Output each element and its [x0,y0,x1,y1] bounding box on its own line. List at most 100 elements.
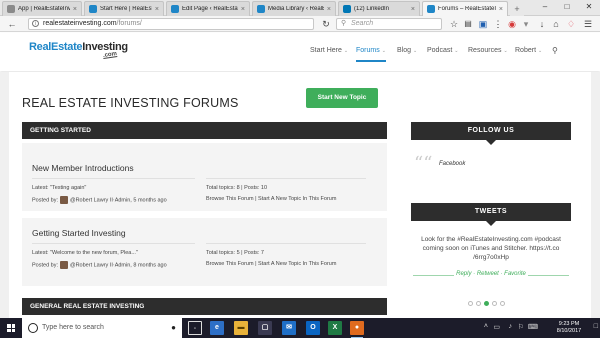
chevron-down-icon: ⌄ [381,48,386,54]
tab-close-icon[interactable]: × [499,6,503,13]
tweet-text[interactable]: Look for the #RealEstateInvesting.com #p… [413,235,569,262]
latest-post[interactable]: Latest: "Testing again" [32,185,86,191]
forum-links[interactable]: Browse This Forum | Start A New Topic In… [206,261,336,267]
close-window-button[interactable]: ✕ [578,0,600,14]
carousel-dot[interactable] [492,301,497,306]
nav-forums[interactable]: Forums ⌄ [356,47,386,62]
posted-by-user[interactable]: @Robert Lawry II·Admin, 8 months ago [70,262,167,268]
notifications-icon[interactable]: □ [594,323,598,330]
browser-search-input[interactable]: ⚲ Search [336,18,442,30]
logo-suffix: .com [102,51,118,59]
forum-title[interactable]: Getting Started Investing [32,228,126,238]
reading-list-icon[interactable]: ▤ [462,18,474,30]
cortana-icon [28,323,38,333]
excel-icon[interactable]: X [328,321,342,335]
forum-title[interactable]: New Member Introductions [32,163,134,173]
carousel-dot[interactable] [468,301,473,306]
divider [206,178,366,179]
tab-close-icon[interactable]: × [327,6,331,13]
tab-favicon [427,5,435,13]
forum-stats: Total topics: 8 | Posts: 10 [206,185,268,191]
tray-network-icon[interactable]: ⚐ [518,323,524,331]
nav-robert[interactable]: Robert ⌄ [515,47,542,54]
divider [32,178,195,179]
tray-chevron-icon[interactable]: ˄ [484,323,488,330]
tab-app[interactable]: App | RealEstateInvesting.com × [2,1,82,16]
tray-volume-icon[interactable]: ♪ [509,323,513,330]
tab-forums[interactable]: Forums – RealEstateInvesting... × [422,1,508,16]
carousel-dot-active[interactable] [484,301,489,306]
start-button[interactable] [0,318,22,338]
maximize-button[interactable]: □ [556,0,578,14]
tab-favicon [171,5,179,13]
latest-post[interactable]: Latest: "Welcome to the new forum, Plea.… [32,250,138,256]
nav-resources[interactable]: Resources ⌄ [468,47,508,54]
pocket-icon[interactable]: ♢ [565,18,577,30]
new-tab-button[interactable]: + [510,1,524,16]
clock[interactable]: 9:23 PM 8/10/2017 [552,321,586,335]
posted-by: Posted by: @Robert Lawry II·Admin, 5 mont… [32,196,167,204]
star-icon[interactable]: ☆ [448,18,460,30]
carousel-dot[interactable] [500,301,505,306]
facebook-link[interactable]: Facebook [439,161,465,167]
tab-close-icon[interactable]: × [73,6,77,13]
avatar [60,196,68,204]
category-header[interactable]: GETTING STARTED [22,122,387,139]
microphone-icon[interactable]: ● [171,318,176,338]
url-path: /forums/ [116,20,142,27]
tweet-actions[interactable]: Reply · Retweet · Favorite [411,271,571,277]
tab-media-library[interactable]: Media Library ‹ RealEstateIn... × [252,1,336,16]
tab-favicon [89,5,97,13]
nav-podcast[interactable]: Podcast ⌄ [427,47,459,54]
home-icon[interactable]: ⌂ [550,18,562,30]
store-icon[interactable]: ▢ [258,321,272,335]
taskbar: Type here to search ● ▫ e ▬ ▢ ✉ O X ● ˄ … [0,318,600,338]
download-icon[interactable]: ↓ [536,18,548,30]
page-content: REAL ESTATE INVESTING FORUMS Start New T… [0,72,600,318]
tab-title: (12) LinkedIn [354,6,390,12]
tab-close-icon[interactable]: × [155,6,159,13]
menu-icon[interactable]: ☰ [582,18,594,30]
tab-linkedin[interactable]: (12) LinkedIn × [338,1,420,16]
info-icon[interactable]: i [32,20,39,27]
chevron-down-icon: ⌄ [503,48,508,54]
site-search-icon[interactable]: ⚲ [552,46,558,55]
minimize-button[interactable]: – [534,0,556,14]
taskbar-search-input[interactable]: Type here to search ● [22,318,182,338]
tab-close-icon[interactable]: × [241,6,245,13]
mail-icon[interactable]: ✉ [282,321,296,335]
extension-icon[interactable]: ◉ [506,18,518,30]
tray-battery-icon[interactable]: ▭ [493,323,500,331]
tweets-header: TWEETS [411,203,571,221]
carousel-dot[interactable] [476,301,481,306]
window-controls: – □ ✕ [534,0,600,14]
file-explorer-icon[interactable]: ▬ [234,321,248,335]
nav-blog[interactable]: Blog ⌄ [397,47,417,54]
tab-edit-page[interactable]: Edit Page ‹ RealEstateInvesti... × [166,1,250,16]
reload-icon[interactable]: ↻ [320,18,332,30]
category-header[interactable]: GENERAL REAL ESTATE INVESTING [22,298,387,315]
firefox-icon[interactable]: ● [350,321,364,338]
outlook-icon[interactable]: O [306,321,320,335]
content-container: REAL ESTATE INVESTING FORUMS Start New T… [9,72,591,318]
site-logo[interactable]: RealEstateInvesting .com [29,41,128,65]
posted-by: Posted by: @Robert Lawry II·Admin, 8 mont… [32,261,167,269]
extension-menu-icon[interactable]: ▾ [520,18,532,30]
forum-links[interactable]: Browse This Forum | Start A New Topic In… [206,196,336,202]
url-bar[interactable]: i realestateinvesting.com/forums/ [28,18,314,30]
header-arrow [486,221,496,226]
tab-start-here[interactable]: Start Here | RealEstateInves... × [84,1,164,16]
avatar [60,261,68,269]
tab-favicon [257,5,265,13]
nav-start-here[interactable]: Start Here ⌄ [310,47,348,54]
start-new-topic-button[interactable]: Start New Topic [306,88,378,108]
task-view-icon[interactable]: ▫ [188,321,202,335]
back-icon[interactable]: ← [6,18,18,30]
tab-close-icon[interactable]: × [411,6,415,13]
posted-by-user[interactable]: @Robert Lawry II·Admin, 5 months ago [70,197,167,203]
more-icon[interactable]: ⋮ [492,18,504,30]
edge-icon[interactable]: e [210,321,224,335]
forum-stats: Total topics: 5 | Posts: 7 [206,250,264,256]
tray-keyboard-icon[interactable]: ⌨ [528,323,538,331]
save-icon[interactable]: ▣ [477,18,489,30]
